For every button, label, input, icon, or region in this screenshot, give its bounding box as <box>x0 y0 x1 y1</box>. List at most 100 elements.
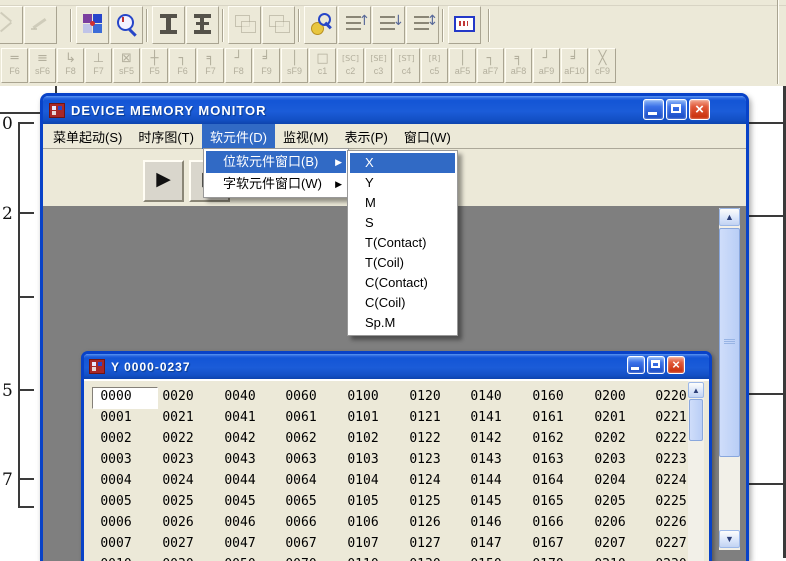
ladder-tool-sf9-button[interactable]: │sF9 <box>281 48 308 83</box>
device-type-item-c-coil-[interactable]: C(Coil) <box>350 293 455 313</box>
device-cell-0021[interactable]: 0021 <box>149 410 207 425</box>
ladder-tool-sf6-button[interactable]: ≡sF6 <box>29 48 56 83</box>
y-close-button[interactable]: × <box>667 356 685 374</box>
device-cell-0140[interactable]: 0140 <box>457 389 515 404</box>
device-cell-0201[interactable]: 0201 <box>581 410 639 425</box>
device-type-item-y[interactable]: Y <box>350 173 455 193</box>
ladder-tool-sf5-button[interactable]: ⊠sF5 <box>113 48 140 83</box>
insert-above-button[interactable]: ↑ <box>338 6 371 44</box>
device-cell-0001[interactable]: 0001 <box>87 410 145 425</box>
ladder-tool-af7-button[interactable]: ┐aF7 <box>477 48 504 83</box>
device-cell-0104[interactable]: 0104 <box>334 473 392 488</box>
device-cell-0142[interactable]: 0142 <box>457 431 515 446</box>
device-cell-0040[interactable]: 0040 <box>211 389 269 404</box>
close-button[interactable]: × <box>689 99 710 120</box>
ladder-tool-f7-button[interactable]: ╕F7 <box>197 48 224 83</box>
edit-cut-button[interactable] <box>0 6 23 44</box>
device-menu-item-0[interactable]: 位软元件窗口(B)▶ <box>206 151 346 173</box>
monitor-scroll-down-button[interactable]: ▼ <box>719 530 740 548</box>
device-cell-0046[interactable]: 0046 <box>211 515 269 530</box>
device-grid-window-button[interactable] <box>76 6 109 44</box>
device-cell-0007[interactable]: 0007 <box>87 536 145 551</box>
device-type-item-t-contact-[interactable]: T(Contact) <box>350 233 455 253</box>
device-cell-0161[interactable]: 0161 <box>519 410 577 425</box>
device-menu-item-1[interactable]: 字软元件窗口(W)▶ <box>206 173 346 195</box>
device-cell-0166[interactable]: 0166 <box>519 515 577 530</box>
ladder-tool-af8-button[interactable]: ╕aF8 <box>505 48 532 83</box>
ladder-tool-f6-button[interactable]: ┐F6 <box>169 48 196 83</box>
device-cell-0062[interactable]: 0062 <box>272 431 330 446</box>
device-cell-0203[interactable]: 0203 <box>581 452 639 467</box>
cascade-windows-button[interactable] <box>228 6 261 44</box>
device-cell-0065[interactable]: 0065 <box>272 494 330 509</box>
device-cell-0005[interactable]: 0005 <box>87 494 145 509</box>
device-cell-0061[interactable]: 0061 <box>272 410 330 425</box>
y-scrollbar-thumb[interactable] <box>689 399 703 441</box>
device-cell-0162[interactable]: 0162 <box>519 431 577 446</box>
device-cell-0164[interactable]: 0164 <box>519 473 577 488</box>
device-cell-0023[interactable]: 0023 <box>149 452 207 467</box>
device-find-button[interactable] <box>304 6 337 44</box>
device-cell-0004[interactable]: 0004 <box>87 473 145 488</box>
zoom-monitor-button[interactable] <box>110 6 143 44</box>
device-cell-0202[interactable]: 0202 <box>581 431 639 446</box>
ladder-tool-c2-button[interactable]: [SC]c2 <box>337 48 364 83</box>
device-cell-0165[interactable]: 0165 <box>519 494 577 509</box>
device-cell-0120[interactable]: 0120 <box>396 389 454 404</box>
edit-mark-button[interactable] <box>24 6 57 44</box>
ladder-tool-af10-button[interactable]: ╛aF10 <box>561 48 588 83</box>
device-cell-0145[interactable]: 0145 <box>457 494 515 509</box>
maximize-button[interactable] <box>666 99 687 120</box>
monitor-start-button[interactable]: ▶ <box>143 160 184 202</box>
ladder-tool-c4-button[interactable]: [ST]c4 <box>393 48 420 83</box>
device-cell-0020[interactable]: 0020 <box>149 389 207 404</box>
device-cell-0000[interactable]: 0000 <box>87 389 145 404</box>
device-cell-0043[interactable]: 0043 <box>211 452 269 467</box>
device-cell-0105[interactable]: 0105 <box>334 494 392 509</box>
tile-windows-button[interactable] <box>262 6 295 44</box>
minimize-button[interactable] <box>643 99 664 120</box>
device-cell-0027[interactable]: 0027 <box>149 536 207 551</box>
device-cell-0146[interactable]: 0146 <box>457 515 515 530</box>
device-cell-0103[interactable]: 0103 <box>334 452 392 467</box>
device-type-item-t-coil-[interactable]: T(Coil) <box>350 253 455 273</box>
device-cell-0026[interactable]: 0026 <box>149 515 207 530</box>
device-cell-0102[interactable]: 0102 <box>334 431 392 446</box>
device-cell-0123[interactable]: 0123 <box>396 452 454 467</box>
device-cell-0126[interactable]: 0126 <box>396 515 454 530</box>
device-cell-0124[interactable]: 0124 <box>396 473 454 488</box>
device-cell-0167[interactable]: 0167 <box>519 536 577 551</box>
ladder-tool-f7-button[interactable]: ⊥F7 <box>85 48 112 83</box>
ladder-tool-f9-button[interactable]: ╛F9 <box>253 48 280 83</box>
device-cell-0042[interactable]: 0042 <box>211 431 269 446</box>
ladder-tool-c1-button[interactable]: □c1 <box>309 48 336 83</box>
delete-row-button[interactable]: ↕ <box>406 6 439 44</box>
ladder-tool-f6-button[interactable]: ═F6 <box>1 48 28 83</box>
menu-item-3[interactable]: 监视(M) <box>275 124 337 149</box>
device-cell-0045[interactable]: 0045 <box>211 494 269 509</box>
device-cell-0206[interactable]: 0206 <box>581 515 639 530</box>
device-cell-0147[interactable]: 0147 <box>457 536 515 551</box>
ladder-tool-af5-button[interactable]: │aF5 <box>449 48 476 83</box>
device-cell-0200[interactable]: 0200 <box>581 389 639 404</box>
ladder-tool-f5-button[interactable]: ┼F5 <box>141 48 168 83</box>
device-type-item-c-contact-[interactable]: C(Contact) <box>350 273 455 293</box>
menu-item-1[interactable]: 时序图(T) <box>130 124 202 149</box>
device-cell-0024[interactable]: 0024 <box>149 473 207 488</box>
ladder-tool-c5-button[interactable]: [R]c5 <box>421 48 448 83</box>
device-cell-0047[interactable]: 0047 <box>211 536 269 551</box>
timing-chart-button[interactable] <box>152 6 185 44</box>
device-cell-0064[interactable]: 0064 <box>272 473 330 488</box>
ladder-tool-f8-button[interactable]: ↳F8 <box>57 48 84 83</box>
device-cell-0106[interactable]: 0106 <box>334 515 392 530</box>
device-cell-0122[interactable]: 0122 <box>396 431 454 446</box>
device-cell-0006[interactable]: 0006 <box>87 515 145 530</box>
ladder-tool-c3-button[interactable]: [SE]c3 <box>365 48 392 83</box>
ladder-tool-cf9-button[interactable]: ╳cF9 <box>589 48 616 83</box>
device-cell-0060[interactable]: 0060 <box>272 389 330 404</box>
device-cell-0205[interactable]: 0205 <box>581 494 639 509</box>
device-cell-0022[interactable]: 0022 <box>149 431 207 446</box>
menu-item-5[interactable]: 窗口(W) <box>396 124 459 149</box>
device-type-item-s[interactable]: S <box>350 213 455 233</box>
monitor-window-titlebar[interactable]: DEVICE MEMORY MONITOR × <box>43 96 746 124</box>
